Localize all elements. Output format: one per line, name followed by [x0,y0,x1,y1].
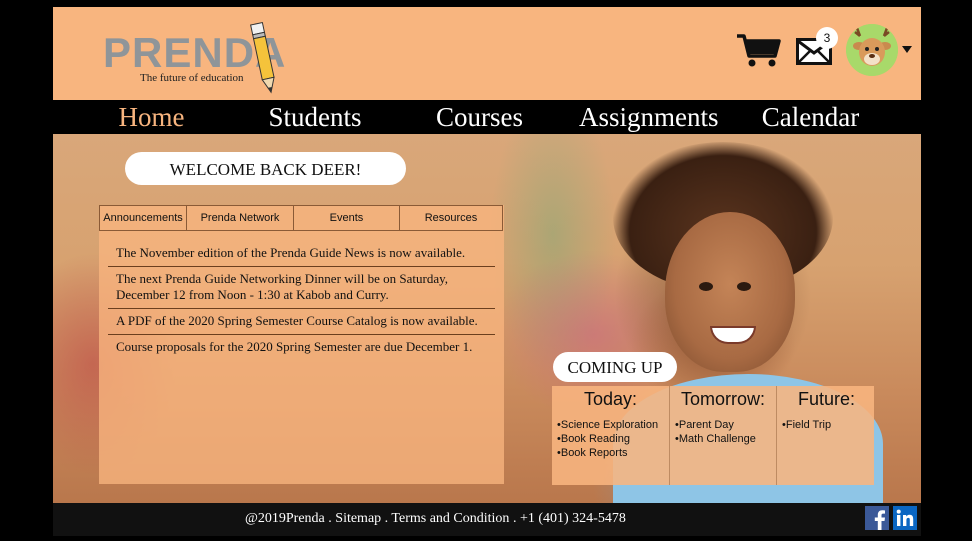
footer-separator: . [324,511,336,526]
panel-tabs: Announcements Prenda Network Events Reso… [99,205,504,231]
avatar[interactable] [846,24,898,76]
coming-up-future: Future: •Field Trip [777,386,876,485]
nav-calendar[interactable]: Calendar [711,100,910,134]
notification-badge: 3 [816,27,838,49]
tab-events[interactable]: Events [293,205,399,231]
nav-students[interactable]: Students [250,100,380,134]
announcement-item: Course proposals for the 2020 Spring Sem… [116,339,473,354]
coming-up-list: •Parent Day •Math Challenge [670,418,776,446]
welcome-banner: WELCOME BACK DEER! [125,152,406,185]
header: PRENDA The future of education 3 [53,7,921,100]
nav-home[interactable]: Home [53,100,250,134]
footer-copyright: @2019Prenda [245,511,325,526]
page-frame: PRENDA The future of education 3 Home St… [53,7,921,503]
announcement-item: The November edition of the Prenda Guide… [108,241,495,267]
coming-up-item: •Math Challenge [675,433,756,445]
footer-sitemap-link[interactable]: Sitemap [335,511,381,526]
logo-tagline: The future of education [140,72,244,84]
announcement-list: The November edition of the Prenda Guide… [108,241,495,360]
hero-photo-eye [699,282,713,291]
coming-up-tomorrow: Tomorrow: •Parent Day •Math Challenge [670,386,777,485]
coming-up-list: •Field Trip [777,418,876,432]
hero-photo-face [665,212,795,372]
announcements-panel: Announcements Prenda Network Events Reso… [99,205,504,484]
footer-phone: +1 (401) 324-5478 [519,511,626,526]
coming-up-list: •Science Exploration •Book Reading •Book… [552,418,669,460]
coming-up-item: •Field Trip [782,419,832,431]
logo[interactable]: PRENDA The future of education [103,21,285,95]
nav-assignments[interactable]: Assignments [579,100,719,134]
tab-prenda-network[interactable]: Prenda Network [186,205,293,231]
announcement-item: The next Prenda Guide Networking Dinner … [108,267,495,309]
coming-up-item: •Book Reading [557,433,630,445]
coming-up-today: Today: •Science Exploration •Book Readin… [552,386,670,485]
deer-avatar-icon [846,24,898,76]
cart-icon[interactable] [735,32,781,68]
coming-up-item: •Parent Day [675,419,734,431]
facebook-icon[interactable] [865,506,889,530]
footer-separator: . [381,511,392,526]
chevron-down-icon[interactable] [902,46,912,53]
coming-up-item: •Book Reports [557,447,628,459]
hero-photo-eye [737,282,751,291]
coming-up-heading: Future: [797,389,856,409]
tab-announcements[interactable]: Announcements [99,205,186,231]
footer: @2019Prenda . Sitemap . Terms and Condit… [53,503,921,536]
tab-resources[interactable]: Resources [399,205,503,231]
hero-banner: WELCOME BACK DEER! Announcements Prenda … [53,134,921,503]
footer-terms-link[interactable]: Terms and Condition [391,511,509,526]
coming-up-item: •Science Exploration [557,419,659,431]
coming-up-heading: Tomorrow: [680,389,765,409]
announcement-item: A PDF of the 2020 Spring Semester Course… [108,309,495,335]
linkedin-icon[interactable] [893,506,917,530]
coming-up-title: COMING UP [553,352,677,382]
pencil-icon [250,21,275,94]
main-nav: Home Students Courses Assignments Calend… [53,100,921,134]
coming-up-heading: Today: [583,389,638,409]
coming-up-panel: Today: •Science Exploration •Book Readin… [552,386,874,485]
footer-links: @2019Prenda . Sitemap . Terms and Condit… [245,503,626,535]
nav-courses[interactable]: Courses [380,100,579,134]
footer-separator: . [509,511,520,526]
